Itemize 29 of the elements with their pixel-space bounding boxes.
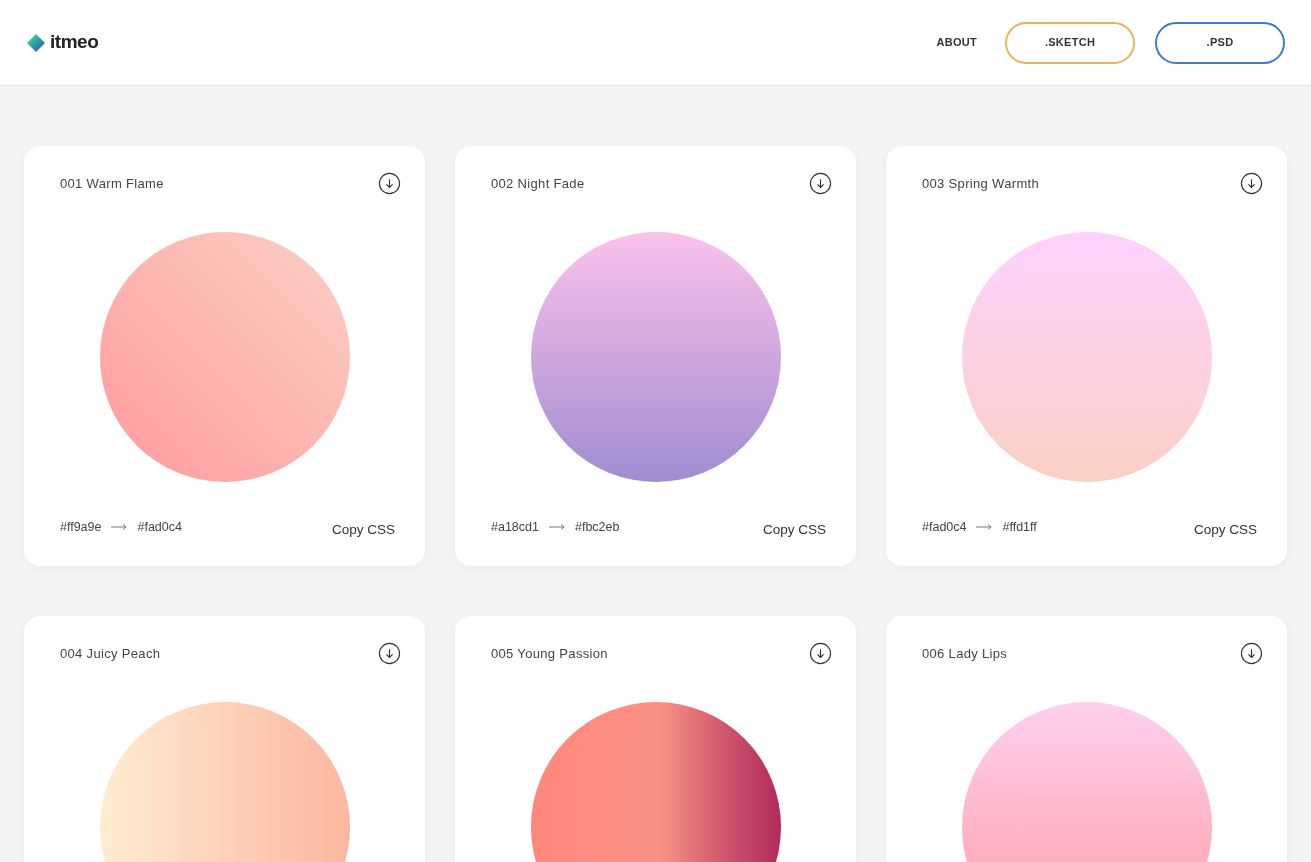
gradient-title: 005 Young Passion [491, 644, 608, 663]
download-icon[interactable] [809, 642, 832, 665]
download-icon[interactable] [378, 172, 401, 195]
copy-css-button[interactable]: Copy CSS [331, 520, 395, 541]
start-color-code: #fad0c4 [922, 518, 967, 536]
download-icon[interactable] [1240, 172, 1263, 195]
arrow-icon [111, 522, 128, 531]
gradient-title: 006 Lady Lips [922, 644, 1008, 663]
download-icon[interactable] [378, 642, 401, 665]
logo-icon [26, 32, 46, 53]
download-icon[interactable] [809, 172, 832, 195]
logo-text[interactable]: itmeo [50, 28, 99, 57]
nav-link[interactable]: ABOUT [936, 34, 977, 51]
gradient-title: 002 Night Fade [491, 174, 585, 193]
arrow-icon [976, 522, 993, 531]
gradient-title: 004 Juicy Peach [60, 644, 161, 663]
end-color-code: #fbc2eb [574, 518, 620, 536]
arrow-icon [548, 522, 565, 531]
end-color-code: #fad0c4 [137, 518, 182, 536]
gradient-title: 001 Warm Flame [60, 174, 164, 193]
copy-css-button[interactable]: Copy CSS [762, 520, 826, 541]
start-color-code: #a18cd1 [491, 518, 539, 536]
download-button[interactable]: .SKETCH [1005, 21, 1135, 64]
copy-css-button[interactable]: Copy CSS [1193, 520, 1257, 541]
download-icon[interactable] [1240, 642, 1263, 665]
start-color-code: #ff9a9e [60, 518, 102, 536]
download-button[interactable]: .PSD [1155, 21, 1285, 64]
end-color-code: #ffd1ff [1002, 518, 1037, 536]
gradient-title: 003 Spring Warmth [922, 174, 1040, 193]
